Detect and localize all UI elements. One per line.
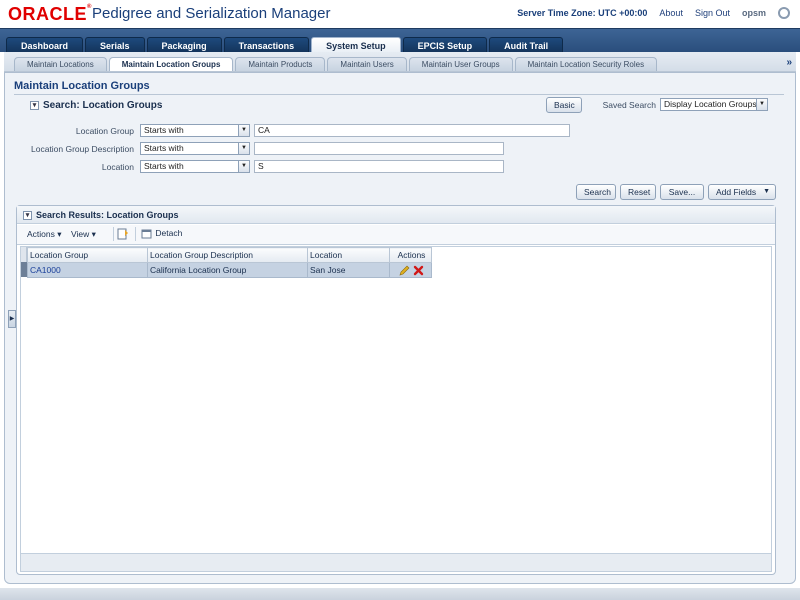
header-links: Server Time Zone: UTC +00:00 About Sign … bbox=[517, 7, 790, 19]
table-footer bbox=[21, 553, 771, 571]
about-link[interactable]: About bbox=[659, 8, 683, 18]
location-operator-select[interactable]: Starts with ▼ bbox=[140, 160, 250, 173]
expand-panel-icon[interactable]: ▶ bbox=[8, 310, 16, 328]
dropdown-arrow-icon[interactable]: ▼ bbox=[238, 143, 249, 154]
actions-cell bbox=[389, 262, 432, 278]
title-divider bbox=[14, 94, 784, 95]
location-group-operator-select[interactable]: Starts with ▼ bbox=[140, 124, 250, 137]
results-grid: Location Group Location Group Descriptio… bbox=[27, 247, 432, 278]
subtab-maintain-users[interactable]: Maintain Users bbox=[327, 57, 407, 71]
location-cell: San Jose bbox=[307, 262, 390, 278]
page-footer-band bbox=[0, 588, 800, 600]
location-label: Location bbox=[101, 162, 134, 172]
dropdown-arrow-icon[interactable]: ▼ bbox=[238, 161, 249, 172]
location-group-description-label: Location Group Description bbox=[30, 144, 134, 154]
dropdown-arrow-icon[interactable]: ▼ bbox=[756, 99, 767, 110]
subtab-maintain-location-groups[interactable]: Maintain Location Groups bbox=[108, 57, 234, 71]
detach-button[interactable]: Detach bbox=[141, 228, 182, 239]
app-header: ORACLE® Pedigree and Serialization Manag… bbox=[0, 0, 800, 28]
actions-menu-label: Actions bbox=[27, 229, 55, 239]
reset-button[interactable]: Reset bbox=[620, 184, 656, 200]
view-menu[interactable]: View ▾ bbox=[71, 229, 96, 240]
toolbar-divider bbox=[135, 227, 136, 241]
detach-label: Detach bbox=[155, 228, 183, 238]
search-section-title: Search: Location Groups bbox=[43, 100, 163, 111]
column-header-actions: Actions bbox=[389, 247, 432, 263]
results-header: ▾ Search Results: Location Groups bbox=[17, 206, 775, 224]
more-tabs-icon[interactable]: » bbox=[786, 57, 792, 68]
add-fields-button[interactable]: Add Fields ▼ bbox=[708, 184, 776, 200]
subtab-maintain-locations[interactable]: Maintain Locations bbox=[14, 57, 107, 71]
main-tab-bar: Dashboard Serials Packaging Transactions… bbox=[0, 28, 800, 53]
description-operator-select[interactable]: Starts with ▼ bbox=[140, 142, 250, 155]
operator-value: Starts with bbox=[144, 125, 184, 135]
subtab-maintain-products[interactable]: Maintain Products bbox=[235, 57, 326, 71]
location-group-description-input[interactable] bbox=[254, 142, 504, 155]
edit-pencil-icon[interactable] bbox=[399, 265, 410, 276]
operator-value: Starts with bbox=[144, 143, 184, 153]
collapse-icon[interactable]: ▾ bbox=[23, 210, 32, 220]
results-table: Location Group Location Group Descriptio… bbox=[20, 246, 772, 572]
saved-search-label: Saved Search bbox=[602, 100, 656, 110]
subtab-maintain-location-security-roles[interactable]: Maintain Location Security Roles bbox=[514, 57, 658, 71]
column-header-location-group[interactable]: Location Group bbox=[27, 247, 148, 263]
delete-icon[interactable] bbox=[413, 265, 424, 276]
user-name: opsm bbox=[741, 8, 766, 18]
search-section-header[interactable]: ▾ Search: Location Groups bbox=[30, 100, 162, 111]
location-input[interactable]: S bbox=[254, 160, 504, 173]
sub-tab-bar: Maintain Locations Maintain Location Gro… bbox=[4, 52, 796, 72]
location-group-label: Location Group bbox=[75, 126, 134, 136]
server-time-zone: Server Time Zone: UTC +00:00 bbox=[517, 8, 648, 18]
results-section-header[interactable]: ▾ Search Results: Location Groups bbox=[23, 210, 179, 220]
sign-out-link[interactable]: Sign Out bbox=[695, 8, 730, 18]
tab-dashboard[interactable]: Dashboard bbox=[6, 37, 84, 53]
search-button[interactable]: Search bbox=[576, 184, 616, 200]
oracle-logo: ORACLE® bbox=[8, 4, 92, 24]
add-fields-label: Add Fields bbox=[716, 187, 757, 197]
app-title: Pedigree and Serialization Manager bbox=[92, 5, 331, 22]
collapse-icon[interactable]: ▾ bbox=[30, 101, 39, 110]
page-title: Maintain Location Groups bbox=[14, 80, 150, 92]
location-group-cell[interactable]: CA1000 bbox=[27, 262, 148, 278]
status-indicator-icon bbox=[778, 7, 790, 19]
view-menu-label: View bbox=[71, 229, 90, 239]
saved-search-select[interactable]: Display Location Groups ▼ bbox=[660, 98, 768, 111]
tab-system-setup[interactable]: System Setup bbox=[311, 37, 401, 53]
tab-audit-trail[interactable]: Audit Trail bbox=[489, 37, 564, 53]
basic-button[interactable]: Basic bbox=[546, 97, 582, 113]
save-button[interactable]: Save... bbox=[660, 184, 704, 200]
column-header-location[interactable]: Location bbox=[307, 247, 390, 263]
operator-value: Starts with bbox=[144, 161, 184, 171]
table-row[interactable]: CA1000 California Location Group San Jos… bbox=[27, 262, 432, 278]
results-section-title: Search Results: Location Groups bbox=[36, 210, 179, 220]
column-header-description[interactable]: Location Group Description bbox=[147, 247, 308, 263]
tab-serials[interactable]: Serials bbox=[85, 37, 145, 53]
subtab-maintain-user-groups[interactable]: Maintain User Groups bbox=[408, 57, 513, 71]
location-group-input[interactable]: CA bbox=[254, 124, 570, 137]
tab-packaging[interactable]: Packaging bbox=[146, 37, 222, 53]
description-cell: California Location Group bbox=[147, 262, 308, 278]
toolbar-divider bbox=[113, 227, 114, 241]
actions-menu[interactable]: Actions ▾ bbox=[27, 229, 62, 240]
new-record-icon[interactable] bbox=[117, 228, 129, 242]
chevron-down-icon: ▼ bbox=[763, 188, 770, 195]
tab-epcis-setup[interactable]: EPCIS Setup bbox=[402, 37, 488, 53]
dropdown-arrow-icon[interactable]: ▼ bbox=[238, 125, 249, 136]
tab-transactions[interactable]: Transactions bbox=[223, 37, 310, 53]
results-toolbar: Actions ▾ View ▾ Detach bbox=[17, 225, 775, 245]
saved-search-value: Display Location Groups bbox=[664, 99, 757, 109]
search-results-panel: ▾ Search Results: Location Groups Action… bbox=[16, 205, 776, 575]
